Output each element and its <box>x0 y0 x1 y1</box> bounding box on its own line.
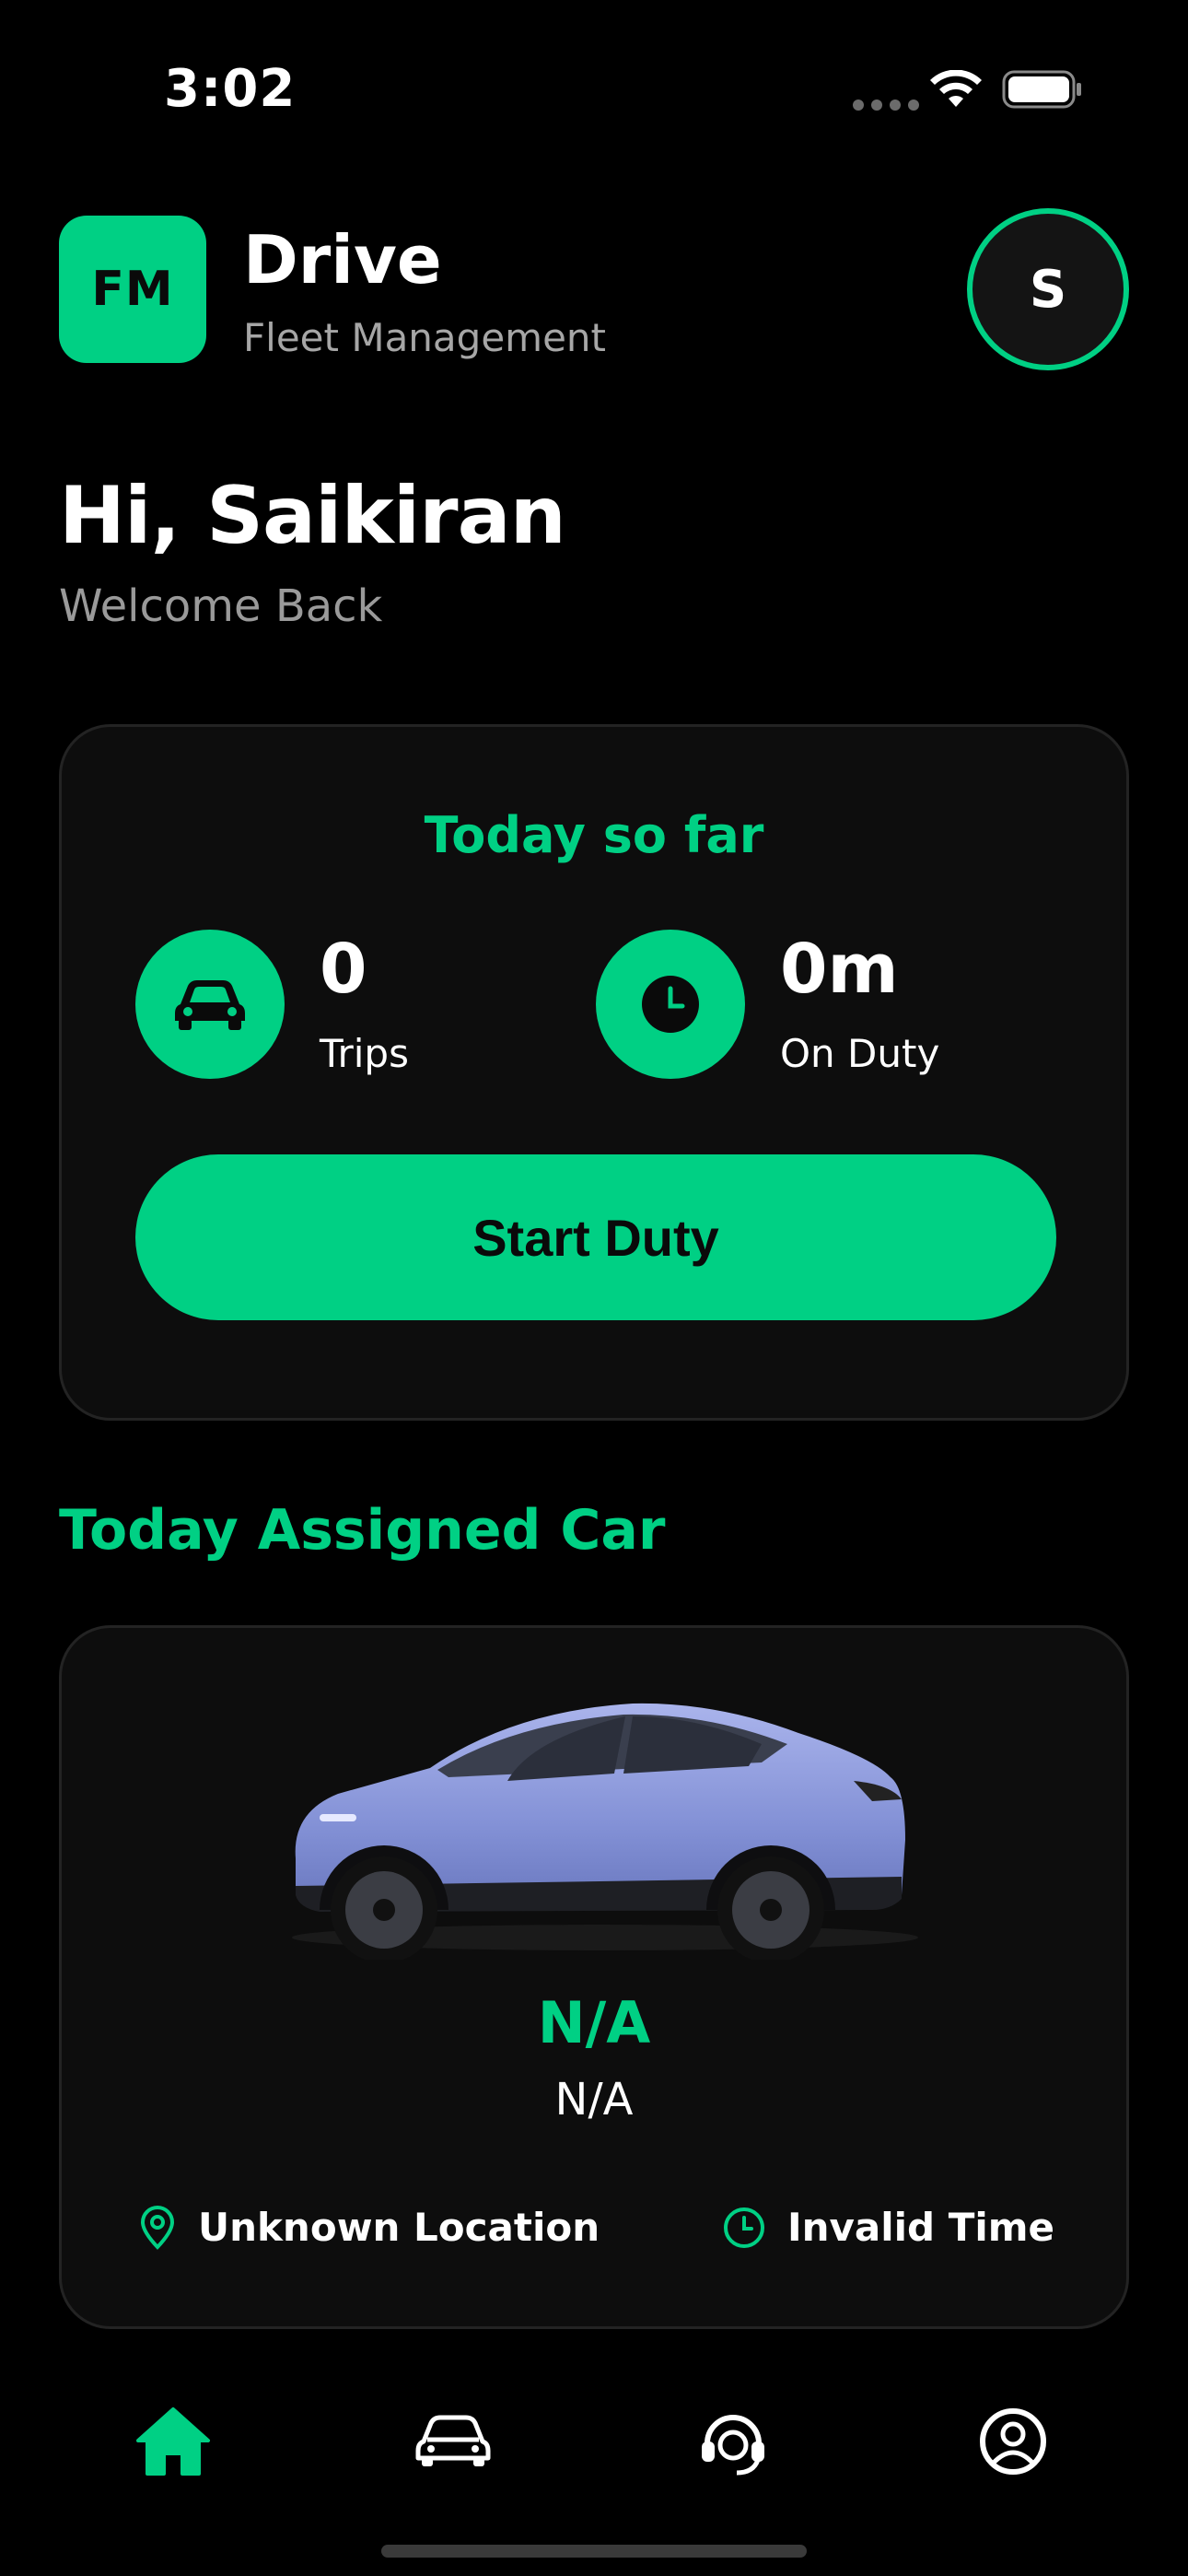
clock-icon <box>596 930 745 1079</box>
clock-icon <box>723 2207 764 2248</box>
greeting-title: Hi, Saikiran <box>59 470 566 562</box>
greeting-subtitle: Welcome Back <box>59 580 383 632</box>
nav-profile[interactable] <box>958 2386 1068 2497</box>
assigned-car-heading: Today Assigned Car <box>59 1498 666 1563</box>
on-duty-label: On Duty <box>780 1031 940 1076</box>
today-summary-card: Today so far 0 Trips 0m On Duty Start Du… <box>59 724 1129 1421</box>
app-logo: FM <box>59 216 206 363</box>
support-icon <box>702 2415 764 2476</box>
car-time: Invalid Time <box>723 2205 1054 2250</box>
profile-icon <box>980 2408 1046 2475</box>
home-icon <box>136 2407 210 2476</box>
trips-label: Trips <box>320 1031 409 1076</box>
cellular-signal-icon <box>853 100 919 111</box>
nav-car[interactable] <box>398 2386 508 2497</box>
app-subtitle: Fleet Management <box>243 315 606 360</box>
on-duty-time: 0m <box>780 930 899 1009</box>
wifi-icon <box>930 70 982 107</box>
car-location-text: Unknown Location <box>198 2205 600 2250</box>
battery-icon <box>1002 70 1081 109</box>
app-title: Drive <box>243 221 442 299</box>
profile-avatar-button[interactable]: S <box>967 208 1129 370</box>
car-image <box>292 1703 918 1960</box>
home-indicator[interactable] <box>381 2545 807 2558</box>
location-pin-icon <box>140 2205 175 2250</box>
car-icon <box>135 930 285 1079</box>
car-time-text: Invalid Time <box>786 2205 1054 2250</box>
trips-count: 0 <box>320 930 367 1009</box>
car-plate: N/A <box>537 1989 651 2056</box>
assigned-car-card[interactable]: N/A N/A Unknown Location Invalid Time <box>59 1625 1129 2329</box>
status-time: 3:02 <box>164 59 297 119</box>
status-bar: 3:02 <box>0 0 1188 184</box>
car-model: N/A <box>554 2074 634 2125</box>
car-location: Unknown Location <box>139 2205 600 2250</box>
home-screen: 3:02 FM Drive Fleet Management S Hi, Sai… <box>0 0 1188 2576</box>
nav-support[interactable] <box>678 2386 788 2497</box>
start-duty-button[interactable]: Start Duty <box>135 1154 1056 1320</box>
bottom-nav <box>0 2386 1188 2500</box>
today-summary-heading: Today so far <box>424 806 764 864</box>
car-icon <box>415 2415 491 2466</box>
nav-home[interactable] <box>118 2386 228 2497</box>
app-header: FM Drive Fleet Management S <box>59 208 1129 372</box>
